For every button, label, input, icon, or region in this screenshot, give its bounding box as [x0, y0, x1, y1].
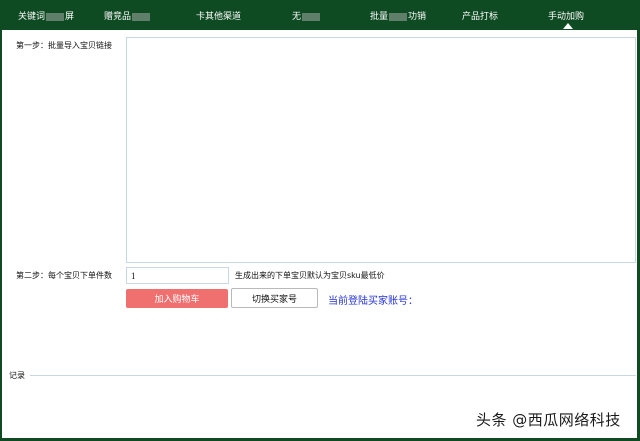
quantity-input[interactable] — [126, 267, 229, 284]
record-label: 记录 — [9, 371, 25, 380]
nav-item-label: 无 — [292, 12, 302, 22]
nav-item-label: 赠竞品 — [104, 12, 132, 22]
top-nav: 关键词 屏 赠竞品 卡其他渠道 无 批量 功销 产品打标 手动加购 — [0, 0, 640, 30]
nav-item-label: 卡其他渠道 — [196, 12, 242, 22]
redacted-block — [132, 12, 151, 21]
nav-item-none[interactable]: 无 — [292, 9, 321, 22]
nav-item-competitor[interactable]: 赠竞品 — [104, 9, 151, 22]
redacted-block — [302, 12, 321, 21]
nav-item-label-suffix: 屏 — [65, 12, 75, 22]
sku-hint-text: 生成出来的下单宝贝默认为宝贝sku最低价 — [235, 271, 385, 280]
nav-item-product-tag[interactable]: 产品打标 — [462, 9, 498, 22]
nav-item-label: 关键词 — [18, 12, 46, 22]
redacted-block — [46, 12, 65, 21]
current-buyer-account-label: 当前登陆买家账号： — [328, 296, 418, 307]
step1-label: 第一步：批量导入宝贝链接 — [16, 41, 112, 50]
nav-item-other-channels[interactable]: 卡其他渠道 — [196, 9, 241, 22]
nav-item-label: 批量 — [370, 12, 389, 22]
nav-item-label: 手动加购 — [548, 12, 585, 22]
nav-item-keywords[interactable]: 关键词 屏 — [18, 9, 74, 22]
step2-label: 第二步：每个宝贝下单件数 — [16, 271, 112, 280]
nav-item-label-suffix: 功销 — [408, 12, 427, 22]
nav-item-batch[interactable]: 批量 功销 — [370, 9, 426, 22]
redacted-block — [389, 12, 408, 21]
links-textarea[interactable] — [126, 37, 636, 263]
nav-item-label: 产品打标 — [462, 12, 499, 22]
switch-buyer-button[interactable]: 切换买家号 — [231, 288, 318, 308]
nav-item-manual-cart[interactable]: 手动加购 — [548, 9, 584, 22]
watermark-text: 头条 @西瓜网络科技 — [476, 411, 621, 429]
active-tab-caret-icon — [563, 23, 573, 29]
record-divider — [30, 375, 636, 376]
add-to-cart-button[interactable]: 加入购物车 — [126, 289, 228, 308]
